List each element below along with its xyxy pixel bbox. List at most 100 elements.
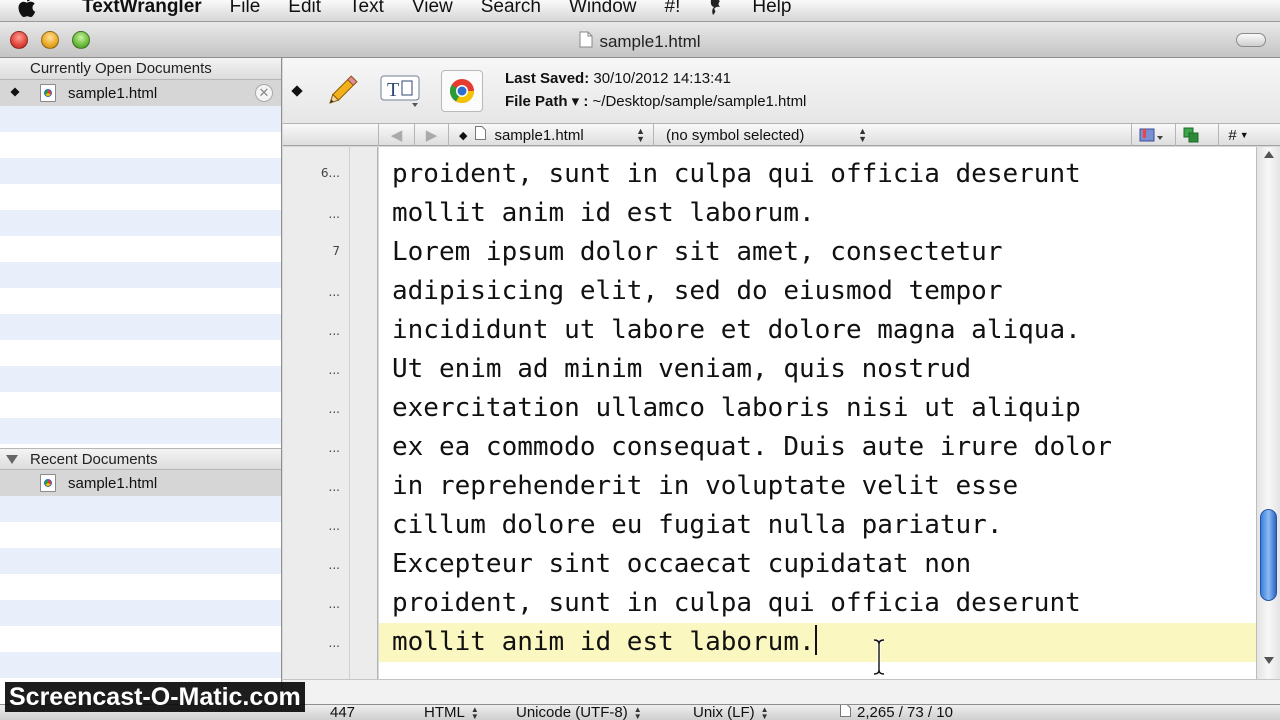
- vertical-scrollbar[interactable]: [1256, 147, 1280, 679]
- script-menu-icon[interactable]: [694, 0, 738, 16]
- close-document-icon[interactable]: ✕: [255, 84, 273, 102]
- open-documents-list: sample1.html ✕: [0, 80, 281, 448]
- includes-popup-button[interactable]: # ▼: [1218, 124, 1258, 146]
- menu-edit[interactable]: Edit: [274, 0, 335, 18]
- scroll-thumb[interactable]: [1260, 509, 1277, 601]
- editor-line[interactable]: Excepteur sint occaecat cupidatat non: [379, 545, 1256, 584]
- updown-arrows-icon: ▲ ▼: [858, 126, 867, 144]
- editor-line[interactable]: proident, sunt in culpa qui officia dese…: [379, 155, 1256, 194]
- preview-in-browser-icon[interactable]: [441, 70, 483, 112]
- updown-arrows-icon: ▲ ▼: [760, 704, 769, 720]
- open-documents-header: Currently Open Documents: [0, 58, 281, 80]
- line-number: ...: [328, 402, 340, 416]
- recent-documents-header[interactable]: Recent Documents: [0, 448, 281, 470]
- recent-document-item[interactable]: sample1.html: [0, 470, 281, 496]
- pencil-icon[interactable]: [321, 70, 363, 112]
- document-popup-label: sample1.html: [494, 126, 584, 144]
- document-file-icon: [475, 126, 487, 144]
- open-document-item[interactable]: sample1.html ✕: [0, 80, 281, 106]
- recent-document-name: sample1.html: [68, 474, 158, 492]
- line-number: ...: [328, 597, 340, 611]
- menu-search[interactable]: Search: [467, 0, 555, 18]
- document-diamond-icon: ◆: [459, 129, 468, 142]
- counterpart-file-button[interactable]: [1175, 124, 1205, 146]
- scroll-down-arrow-icon[interactable]: [1264, 657, 1274, 664]
- encoding-popup[interactable]: Unicode (UTF-8) ▲ ▼: [516, 704, 642, 720]
- editor-current-line[interactable]: mollit anim id est laborum.: [379, 623, 1256, 662]
- file-path-info[interactable]: File Path ▾ : ~/Desktop/sample/sample1.h…: [505, 92, 806, 110]
- menu-shebang[interactable]: #!: [651, 0, 695, 18]
- editor-line[interactable]: in reprehenderit in voluptate velit esse: [379, 467, 1256, 506]
- window-title-text: sample1.html: [599, 32, 701, 51]
- cursor-position[interactable]: 447: [330, 705, 355, 720]
- last-saved-info: Last Saved: 30/10/2012 14:13:41: [505, 70, 731, 87]
- editor-line[interactable]: mollit anim id est laborum.: [379, 194, 1256, 233]
- line-number-gutter[interactable]: 6... ... 7 ... ... ... ... ... ... ... .…: [283, 147, 378, 679]
- language-popup[interactable]: HTML ▲ ▼: [424, 704, 479, 720]
- symbol-popup-menu[interactable]: (no symbol selected) ▲ ▼: [653, 124, 875, 146]
- document-info-bar: T Last Saved: 30/10/2012 14:13:41 File P…: [283, 58, 1280, 124]
- recent-documents-list: sample1.html: [0, 470, 281, 704]
- window-title-bar: sample1.html: [0, 22, 1280, 58]
- text-options-icon[interactable]: T: [379, 70, 421, 112]
- encoding-value: Unicode (UTF-8): [516, 704, 628, 720]
- document-stats[interactable]: 2,265 / 73 / 10: [840, 704, 953, 720]
- line-number: ...: [328, 207, 340, 221]
- text-editor[interactable]: proident, sunt in culpa qui officia dese…: [379, 147, 1256, 679]
- symbol-popup-label: (no symbol selected): [666, 126, 805, 144]
- toolbar-toggle-button[interactable]: [1236, 33, 1266, 47]
- i-beam-cursor-icon: [873, 638, 885, 676]
- counterpart-squares-icon: [1183, 127, 1198, 143]
- nav-back-button[interactable]: ◀: [378, 124, 414, 146]
- last-saved-label: Last Saved:: [505, 70, 590, 87]
- menu-bar: TextWrangler File Edit Text View Search …: [0, 0, 1280, 22]
- editor-line[interactable]: exercitation ullamco laboris nisi ut ali…: [379, 389, 1256, 428]
- screencast-watermark: Screencast-O-Matic.com: [5, 682, 305, 712]
- scroll-up-arrow-icon[interactable]: [1264, 151, 1274, 158]
- editor-line[interactable]: ex ea commodo consequat. Duis aute irure…: [379, 428, 1256, 467]
- chrome-document-icon: [40, 474, 56, 492]
- disclosure-triangle-icon[interactable]: [6, 455, 18, 464]
- editor-line[interactable]: Ut enim ad minim veniam, quis nostrud: [379, 350, 1256, 389]
- editor-line[interactable]: adipisicing elit, sed do eiusmod tempor: [379, 272, 1256, 311]
- open-documents-header-label: Currently Open Documents: [30, 60, 212, 77]
- line-endings-value: Unix (LF): [693, 704, 755, 720]
- line-number: ...: [328, 519, 340, 533]
- markers-popup-button[interactable]: [1131, 124, 1169, 146]
- nav-forward-button[interactable]: ▶: [414, 124, 448, 146]
- editor-line[interactable]: cillum dolore eu fugiat nulla pariatur.: [379, 506, 1256, 545]
- fold-column-divider: [349, 147, 350, 679]
- editor-line[interactable]: incididunt ut labore et dolore magna ali…: [379, 311, 1256, 350]
- line-endings-popup[interactable]: Unix (LF) ▲ ▼: [693, 704, 769, 720]
- chevron-down-icon: ▼: [1239, 130, 1249, 140]
- document-stats-value: 2,265 / 73 / 10: [857, 704, 953, 720]
- file-path-label[interactable]: File Path ▾ :: [505, 93, 588, 110]
- last-saved-value: 30/10/2012 14:13:41: [593, 70, 732, 87]
- text-caret: [814, 625, 817, 655]
- chrome-document-icon: [40, 84, 56, 102]
- document-popup-menu[interactable]: ◆ sample1.html ▲ ▼: [448, 124, 653, 146]
- line-number: ...: [328, 480, 340, 494]
- menu-app-name[interactable]: TextWrangler: [56, 0, 216, 18]
- line-number: ...: [328, 636, 340, 650]
- editor-line[interactable]: Lorem ipsum dolor sit amet, consectetur: [379, 233, 1256, 272]
- menu-file[interactable]: File: [216, 0, 275, 18]
- language-value: HTML: [424, 704, 465, 720]
- line-number: 7: [332, 244, 340, 258]
- file-proxy-icon[interactable]: [579, 31, 593, 53]
- menu-window[interactable]: Window: [555, 0, 651, 18]
- menu-view[interactable]: View: [398, 0, 467, 18]
- current-line-text: mollit anim id est laborum.: [392, 627, 815, 657]
- menu-help[interactable]: Help: [738, 0, 805, 18]
- apple-menu-icon[interactable]: [0, 0, 56, 19]
- line-number: ...: [328, 324, 340, 338]
- menu-text[interactable]: Text: [335, 0, 398, 18]
- updown-arrows-icon: ▲ ▼: [636, 126, 645, 144]
- editor-line[interactable]: proident, sunt in culpa qui officia dese…: [379, 584, 1256, 623]
- file-path-value: ~/Desktop/sample/sample1.html: [592, 93, 807, 110]
- documents-drawer: Currently Open Documents sample1.html ✕ …: [0, 58, 282, 704]
- current-document-diamond-icon: [10, 87, 20, 97]
- back-arrow-icon: ◀: [390, 127, 403, 144]
- navigation-bar: ◀ ▶ ◆ sample1.html ▲ ▼ (no symbol selecte…: [283, 124, 1280, 146]
- updown-arrows-icon: ▲ ▼: [470, 704, 479, 720]
